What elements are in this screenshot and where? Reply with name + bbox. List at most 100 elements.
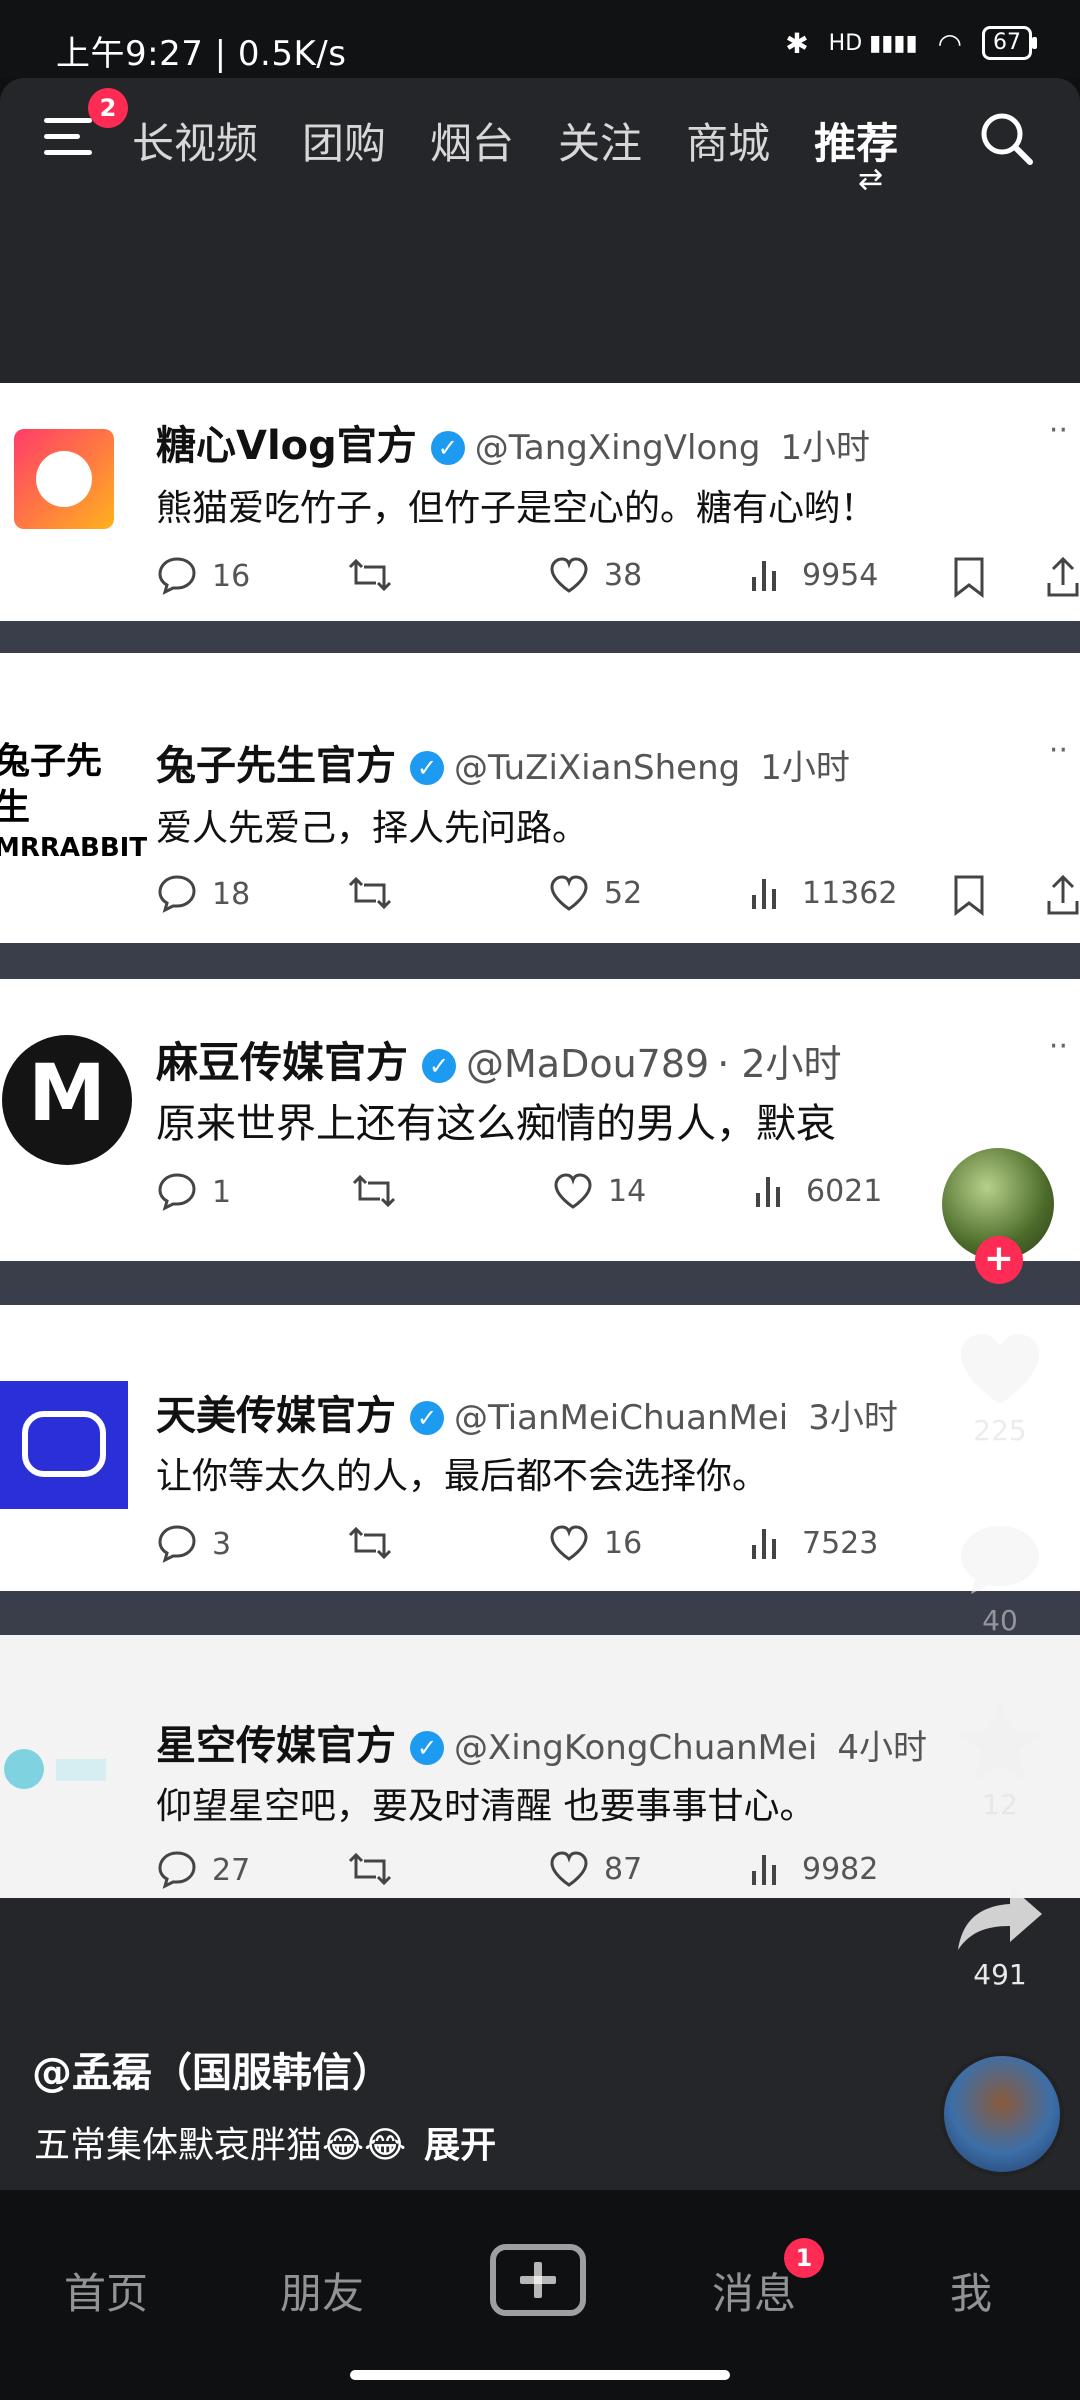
- views-count: 6021: [806, 1173, 883, 1209]
- views-count: 7523: [802, 1525, 879, 1561]
- messages-badge: 1: [784, 2238, 824, 2278]
- like-rail-count: 225: [973, 1414, 1027, 1447]
- tab-group-buy[interactable]: 团购: [302, 110, 386, 171]
- create-button[interactable]: [490, 2244, 586, 2316]
- share-post-button[interactable]: [1046, 555, 1080, 599]
- nav-friends[interactable]: 朋友: [280, 2260, 364, 2321]
- more-icon[interactable]: ··: [1049, 733, 1068, 768]
- tab-local[interactable]: 烟台: [430, 110, 514, 171]
- verified-icon: ✓: [410, 1731, 444, 1765]
- menu-icon[interactable]: [44, 118, 98, 172]
- views-icon: [752, 879, 776, 909]
- repost-icon: [348, 558, 392, 592]
- account-handle[interactable]: @TangXingVlong: [475, 428, 761, 468]
- favorite-rail-count: 12: [982, 1788, 1018, 1821]
- video-author[interactable]: @孟磊（国服韩信）: [32, 2040, 392, 2098]
- bookmark-button[interactable]: [952, 873, 986, 917]
- avatar: [4, 1745, 114, 1795]
- tab-long-video[interactable]: 长视频: [132, 110, 258, 171]
- reply-button[interactable]: 27: [156, 1849, 250, 1891]
- post-text: 原来世界上还有这么痴情的男人，默哀: [156, 1101, 836, 1147]
- post-time: 3小时: [808, 1398, 898, 1438]
- share-rail-button[interactable]: 491: [940, 1880, 1060, 1991]
- share-icon: [1047, 874, 1079, 915]
- like-count: 38: [604, 557, 643, 593]
- reply-button[interactable]: 18: [156, 873, 250, 915]
- search-icon[interactable]: [976, 108, 1036, 172]
- views-button[interactable]: 7523: [748, 1523, 878, 1563]
- share-post-button[interactable]: [1046, 873, 1080, 917]
- views-button[interactable]: 11362: [748, 873, 897, 913]
- tab-mall[interactable]: 商城: [686, 110, 770, 171]
- logo-text: 兔子先生: [0, 741, 103, 828]
- verified-icon: ✓: [410, 751, 444, 785]
- views-button[interactable]: 6021: [752, 1171, 882, 1211]
- more-icon[interactable]: ··: [1049, 1029, 1068, 1064]
- post-time: 1小时: [760, 748, 850, 788]
- account-name[interactable]: 星空传媒官方: [156, 1723, 396, 1769]
- follow-button[interactable]: +: [975, 1236, 1023, 1284]
- expand-button[interactable]: 展开: [424, 2125, 496, 2166]
- home-indicator[interactable]: [350, 2370, 730, 2380]
- tab-following[interactable]: 关注: [558, 110, 642, 171]
- repost-button[interactable]: [348, 873, 392, 913]
- account-handle[interactable]: @XingKongChuanMei: [454, 1728, 817, 1768]
- repost-icon: [348, 876, 392, 910]
- post-card: 糖心Vlog官方 ✓ @TangXingVlong 1小时 ·· 熊猫爱吃竹子，但竹子…: [0, 383, 1080, 621]
- post-header: 天美传媒官方 ✓ @TianMeiChuanMei 3小时: [156, 1383, 898, 1441]
- like-button[interactable]: 14: [552, 1171, 646, 1211]
- like-rail-button[interactable]: 225: [940, 1330, 1060, 1447]
- account-name[interactable]: 麻豆传媒官方: [156, 1038, 408, 1087]
- reply-count: 1: [212, 1174, 232, 1210]
- post-text: 爱人先爱己，择人先问路。: [156, 808, 589, 849]
- tab-recommended[interactable]: 推荐: [814, 110, 898, 171]
- like-count: 14: [608, 1173, 647, 1209]
- post-card: 星空传媒官方 ✓ @XingKongChuanMei 4小时 仰望星空吧，要及时清醒 …: [0, 1635, 1080, 1898]
- account-name[interactable]: 糖心Vlog官方: [156, 423, 417, 469]
- post-header: 糖心Vlog官方 ✓ @TangXingVlong 1小时: [156, 413, 870, 471]
- repost-button[interactable]: [348, 1849, 392, 1889]
- wifi-icon: ◠: [937, 26, 962, 60]
- signal-icon: HD ▮▮▮▮: [828, 30, 918, 56]
- like-button[interactable]: 87: [548, 1849, 642, 1889]
- swap-icon[interactable]: ⇄: [858, 162, 883, 197]
- post-header: 麻豆传媒官方 ✓ @MaDou789 · 2小时: [156, 1029, 842, 1090]
- repost-button[interactable]: [348, 1523, 392, 1563]
- views-button[interactable]: 9954: [748, 555, 878, 595]
- repost-button[interactable]: [352, 1171, 396, 1211]
- divider: [0, 1591, 1080, 1635]
- tab-bar: 长视频 团购 烟台 关注 商城 推荐: [132, 110, 898, 171]
- like-button[interactable]: 38: [548, 555, 642, 595]
- heart-icon: [961, 1334, 1039, 1404]
- account-handle[interactable]: @MaDou789: [466, 1042, 709, 1086]
- avatar: [14, 429, 114, 529]
- nav-messages[interactable]: 消息: [712, 2260, 796, 2321]
- like-button[interactable]: 16: [548, 1523, 642, 1563]
- share-rail-count: 491: [973, 1958, 1027, 1991]
- account-name[interactable]: 天美传媒官方: [156, 1393, 396, 1439]
- reply-button[interactable]: 1: [156, 1171, 231, 1213]
- views-button[interactable]: 9982: [748, 1849, 878, 1889]
- repost-icon: [348, 1526, 392, 1560]
- comment-icon: [158, 1525, 196, 1563]
- post-text: 让你等太久的人，最后都不会选择你。: [156, 1456, 769, 1497]
- repost-button[interactable]: [348, 555, 392, 595]
- nav-home[interactable]: 首页: [64, 2260, 148, 2321]
- nav-me[interactable]: 我: [950, 2260, 992, 2321]
- divider: [0, 1261, 1080, 1305]
- account-handle[interactable]: @TianMeiChuanMei: [454, 1398, 788, 1438]
- tv-logo-icon: [22, 1411, 106, 1477]
- avatar: M: [2, 1035, 132, 1165]
- account-name[interactable]: 兔子先生官方: [156, 743, 396, 789]
- heart-icon: [554, 1173, 592, 1209]
- comment-rail-count: 40: [982, 1604, 1018, 1637]
- music-disc[interactable]: [940, 2052, 1064, 2176]
- reply-button[interactable]: 3: [156, 1523, 231, 1565]
- favorite-rail-button[interactable]: 12: [940, 1700, 1060, 1821]
- reply-button[interactable]: 16: [156, 555, 250, 597]
- bookmark-button[interactable]: [952, 555, 986, 599]
- comment-rail-button[interactable]: 40: [940, 1520, 1060, 1637]
- like-button[interactable]: 52: [548, 873, 642, 913]
- account-handle[interactable]: @TuZiXianSheng: [454, 748, 740, 788]
- more-icon[interactable]: ··: [1049, 413, 1068, 448]
